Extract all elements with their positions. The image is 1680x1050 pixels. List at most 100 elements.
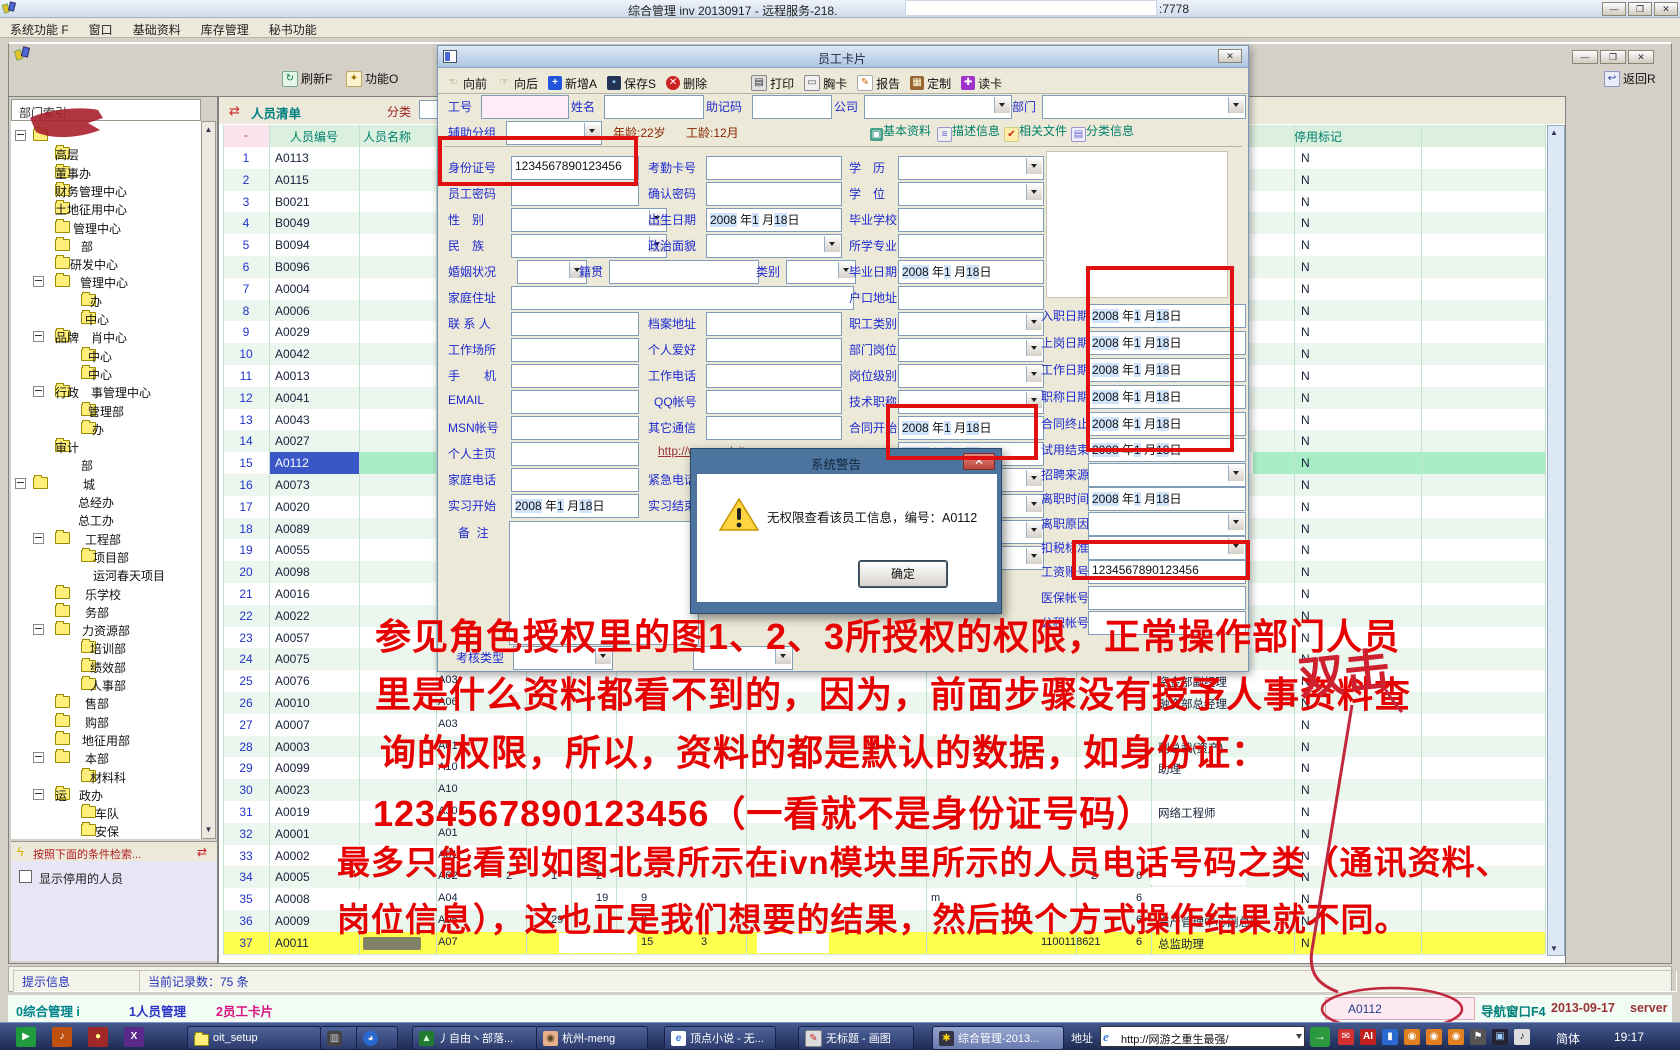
tree-expand-icon[interactable] xyxy=(33,624,44,635)
field-个人主页[interactable] xyxy=(511,442,639,466)
cell-code[interactable]: A0002 xyxy=(275,849,310,863)
field-离职时间[interactable]: 2008 年1 月18日 xyxy=(1088,487,1246,511)
dropdown-button-icon[interactable] xyxy=(994,97,1010,113)
field-档案地址[interactable] xyxy=(706,312,842,336)
taskbar-button-无标题 - 画图[interactable]: ✎无标题 - 画图 xyxy=(798,1026,914,1050)
dropdown-button-icon[interactable] xyxy=(824,236,840,252)
dropdown-button-icon[interactable] xyxy=(1026,158,1042,174)
dropdown-button-icon[interactable] xyxy=(1228,465,1244,481)
toolbar-向后[interactable]: ☞向后 xyxy=(497,75,538,92)
cell-code[interactable]: A0089 xyxy=(275,522,310,536)
cell-code[interactable]: A0057 xyxy=(275,631,310,645)
field-学位[interactable] xyxy=(898,182,1044,206)
taskbar-button-综合管理-2013...[interactable]: ✱综合管理-2013... xyxy=(932,1026,1064,1050)
cell-code[interactable]: A0001 xyxy=(275,827,310,841)
cell-code[interactable]: A0011 xyxy=(275,936,309,950)
tree-item[interactable]: 部 xyxy=(11,237,201,254)
cell-code[interactable]: B0096 xyxy=(275,260,310,274)
tree-item[interactable]: 办 xyxy=(11,420,201,437)
menu-item-2[interactable]: 基础资料 xyxy=(123,18,191,38)
tree-expand-icon[interactable] xyxy=(33,533,44,544)
dropdown-button-icon[interactable] xyxy=(1026,470,1042,486)
tab-相关文件[interactable]: ✔相关文件 xyxy=(1004,122,1067,142)
menu-item-3[interactable]: 库存管理 xyxy=(191,18,259,38)
dropdown-button-icon[interactable] xyxy=(1228,514,1244,530)
tree-item[interactable]: 地征用部 xyxy=(11,731,201,748)
dropdown-button-icon[interactable] xyxy=(1026,366,1042,382)
tree-item[interactable]: 人事部 xyxy=(11,676,201,693)
msn-icon[interactable]: ▮ xyxy=(1382,1029,1398,1045)
list-exchange-icon[interactable]: ⇄ xyxy=(229,103,240,119)
tree-item[interactable]: 管理部 xyxy=(11,402,201,419)
toolbar-报告[interactable]: ✎报告 xyxy=(857,75,900,92)
scroll-up-icon[interactable]: ▲ xyxy=(1550,128,1558,137)
function-button[interactable]: ✦功能O xyxy=(346,70,398,87)
table-scrollbar[interactable]: ▲▼ xyxy=(1547,125,1565,956)
tree-item[interactable]: 董事办 xyxy=(11,164,201,181)
field-个人爱好[interactable] xyxy=(706,338,842,362)
tree-item[interactable]: 运 政办 xyxy=(11,786,201,803)
go-button[interactable]: → xyxy=(1310,1027,1330,1047)
exchange-icon[interactable]: ⇄ xyxy=(197,845,207,859)
field-政治面貌[interactable] xyxy=(706,234,842,258)
tree-item[interactable]: 售部 xyxy=(11,694,201,711)
tree-expand-icon[interactable] xyxy=(33,276,44,287)
search-condition-bar[interactable]: ϟ 按照下面的条件检索... ⇄ xyxy=(11,841,217,861)
toolbar-删除[interactable]: ✕删除 xyxy=(666,75,707,92)
cell-code[interactable]: A0022 xyxy=(275,609,310,623)
field-QQ帐号[interactable] xyxy=(706,390,842,414)
cell-code[interactable]: A0043 xyxy=(275,413,310,427)
cell-code[interactable]: A0115 xyxy=(275,173,309,187)
cell-code[interactable]: A0073 xyxy=(275,478,310,492)
return-button[interactable]: ↩返回R xyxy=(1604,70,1656,87)
field-部门[interactable] xyxy=(1042,95,1246,119)
address-bar[interactable]: e http://网游之重生最强/ xyxy=(1100,1026,1305,1047)
tree-item[interactable]: 城 xyxy=(11,475,201,492)
toolbar-胸卡[interactable]: ▭胸卡 xyxy=(804,75,847,92)
scroll-down-icon[interactable]: ▼ xyxy=(1550,944,1558,953)
tree-item[interactable]: 中心 xyxy=(11,347,201,364)
tree-item[interactable]: 购部 xyxy=(11,713,201,730)
tree-item[interactable]: 中心 xyxy=(11,365,201,382)
toolbar-读卡[interactable]: ✚读卡 xyxy=(961,75,1002,92)
field-民族[interactable] xyxy=(511,234,667,258)
xd-icon[interactable]: X xyxy=(124,1027,144,1047)
menu-item-0[interactable]: 系统功能 F xyxy=(0,18,79,38)
tree-item[interactable]: 办 xyxy=(11,292,201,309)
cell-code[interactable]: A0013 xyxy=(275,369,310,383)
tree-item[interactable]: 审计 xyxy=(11,438,201,455)
field-出生日期[interactable]: 2008 年1 月18日 xyxy=(706,208,842,232)
field-家庭电话[interactable] xyxy=(511,468,639,492)
cell-code[interactable]: A0004 xyxy=(275,282,310,296)
bottom-tab-0[interactable]: 0综合管理 i xyxy=(16,1001,80,1020)
field-所学专业[interactable] xyxy=(898,234,1044,258)
field-毕业日期[interactable]: 2008 年1 月18日 xyxy=(898,260,1044,284)
inner-minimize-button[interactable]: — xyxy=(1572,50,1598,64)
cell-code[interactable]: A0027 xyxy=(275,434,310,448)
music-icon[interactable]: ♪ xyxy=(52,1027,72,1047)
field-家庭住址[interactable] xyxy=(511,286,854,310)
tab-描述信息[interactable]: ≡描述信息 xyxy=(937,122,1000,142)
cell-code[interactable]: B0021 xyxy=(275,195,310,209)
show-disabled-checkbox[interactable] xyxy=(19,870,32,883)
tree-item[interactable]: 财务管理中心 xyxy=(11,182,201,199)
cell-code[interactable]: A0076 xyxy=(275,674,310,688)
flag-icon[interactable]: ⚑ xyxy=(1470,1029,1486,1045)
field-部门岗位[interactable] xyxy=(898,338,1044,362)
toolbar-新增A[interactable]: +新增A xyxy=(548,75,597,92)
tree-item[interactable]: 行政 事管理中心 xyxy=(11,383,201,400)
cell-code[interactable]: A0075 xyxy=(275,652,310,666)
cell-code[interactable]: A0098 xyxy=(275,565,310,579)
field-婚姻状况[interactable] xyxy=(517,260,587,284)
field-联系人[interactable] xyxy=(511,312,639,336)
field-工作场所[interactable] xyxy=(511,338,639,362)
ai-icon[interactable]: AI xyxy=(1360,1029,1376,1045)
cell-code[interactable]: B0094 xyxy=(275,238,310,252)
field-医保帐号[interactable] xyxy=(1088,586,1246,610)
cell-code[interactable]: A0007 xyxy=(275,718,310,732)
tree-item[interactable]: 中心 xyxy=(11,310,201,327)
tree-item[interactable]: 高层 xyxy=(11,145,201,162)
volume-icon[interactable]: ♪ xyxy=(1514,1029,1530,1045)
cell-code[interactable]: A0003 xyxy=(275,740,310,754)
field-实习开始[interactable]: 2008 年1 月18日 xyxy=(511,494,639,518)
